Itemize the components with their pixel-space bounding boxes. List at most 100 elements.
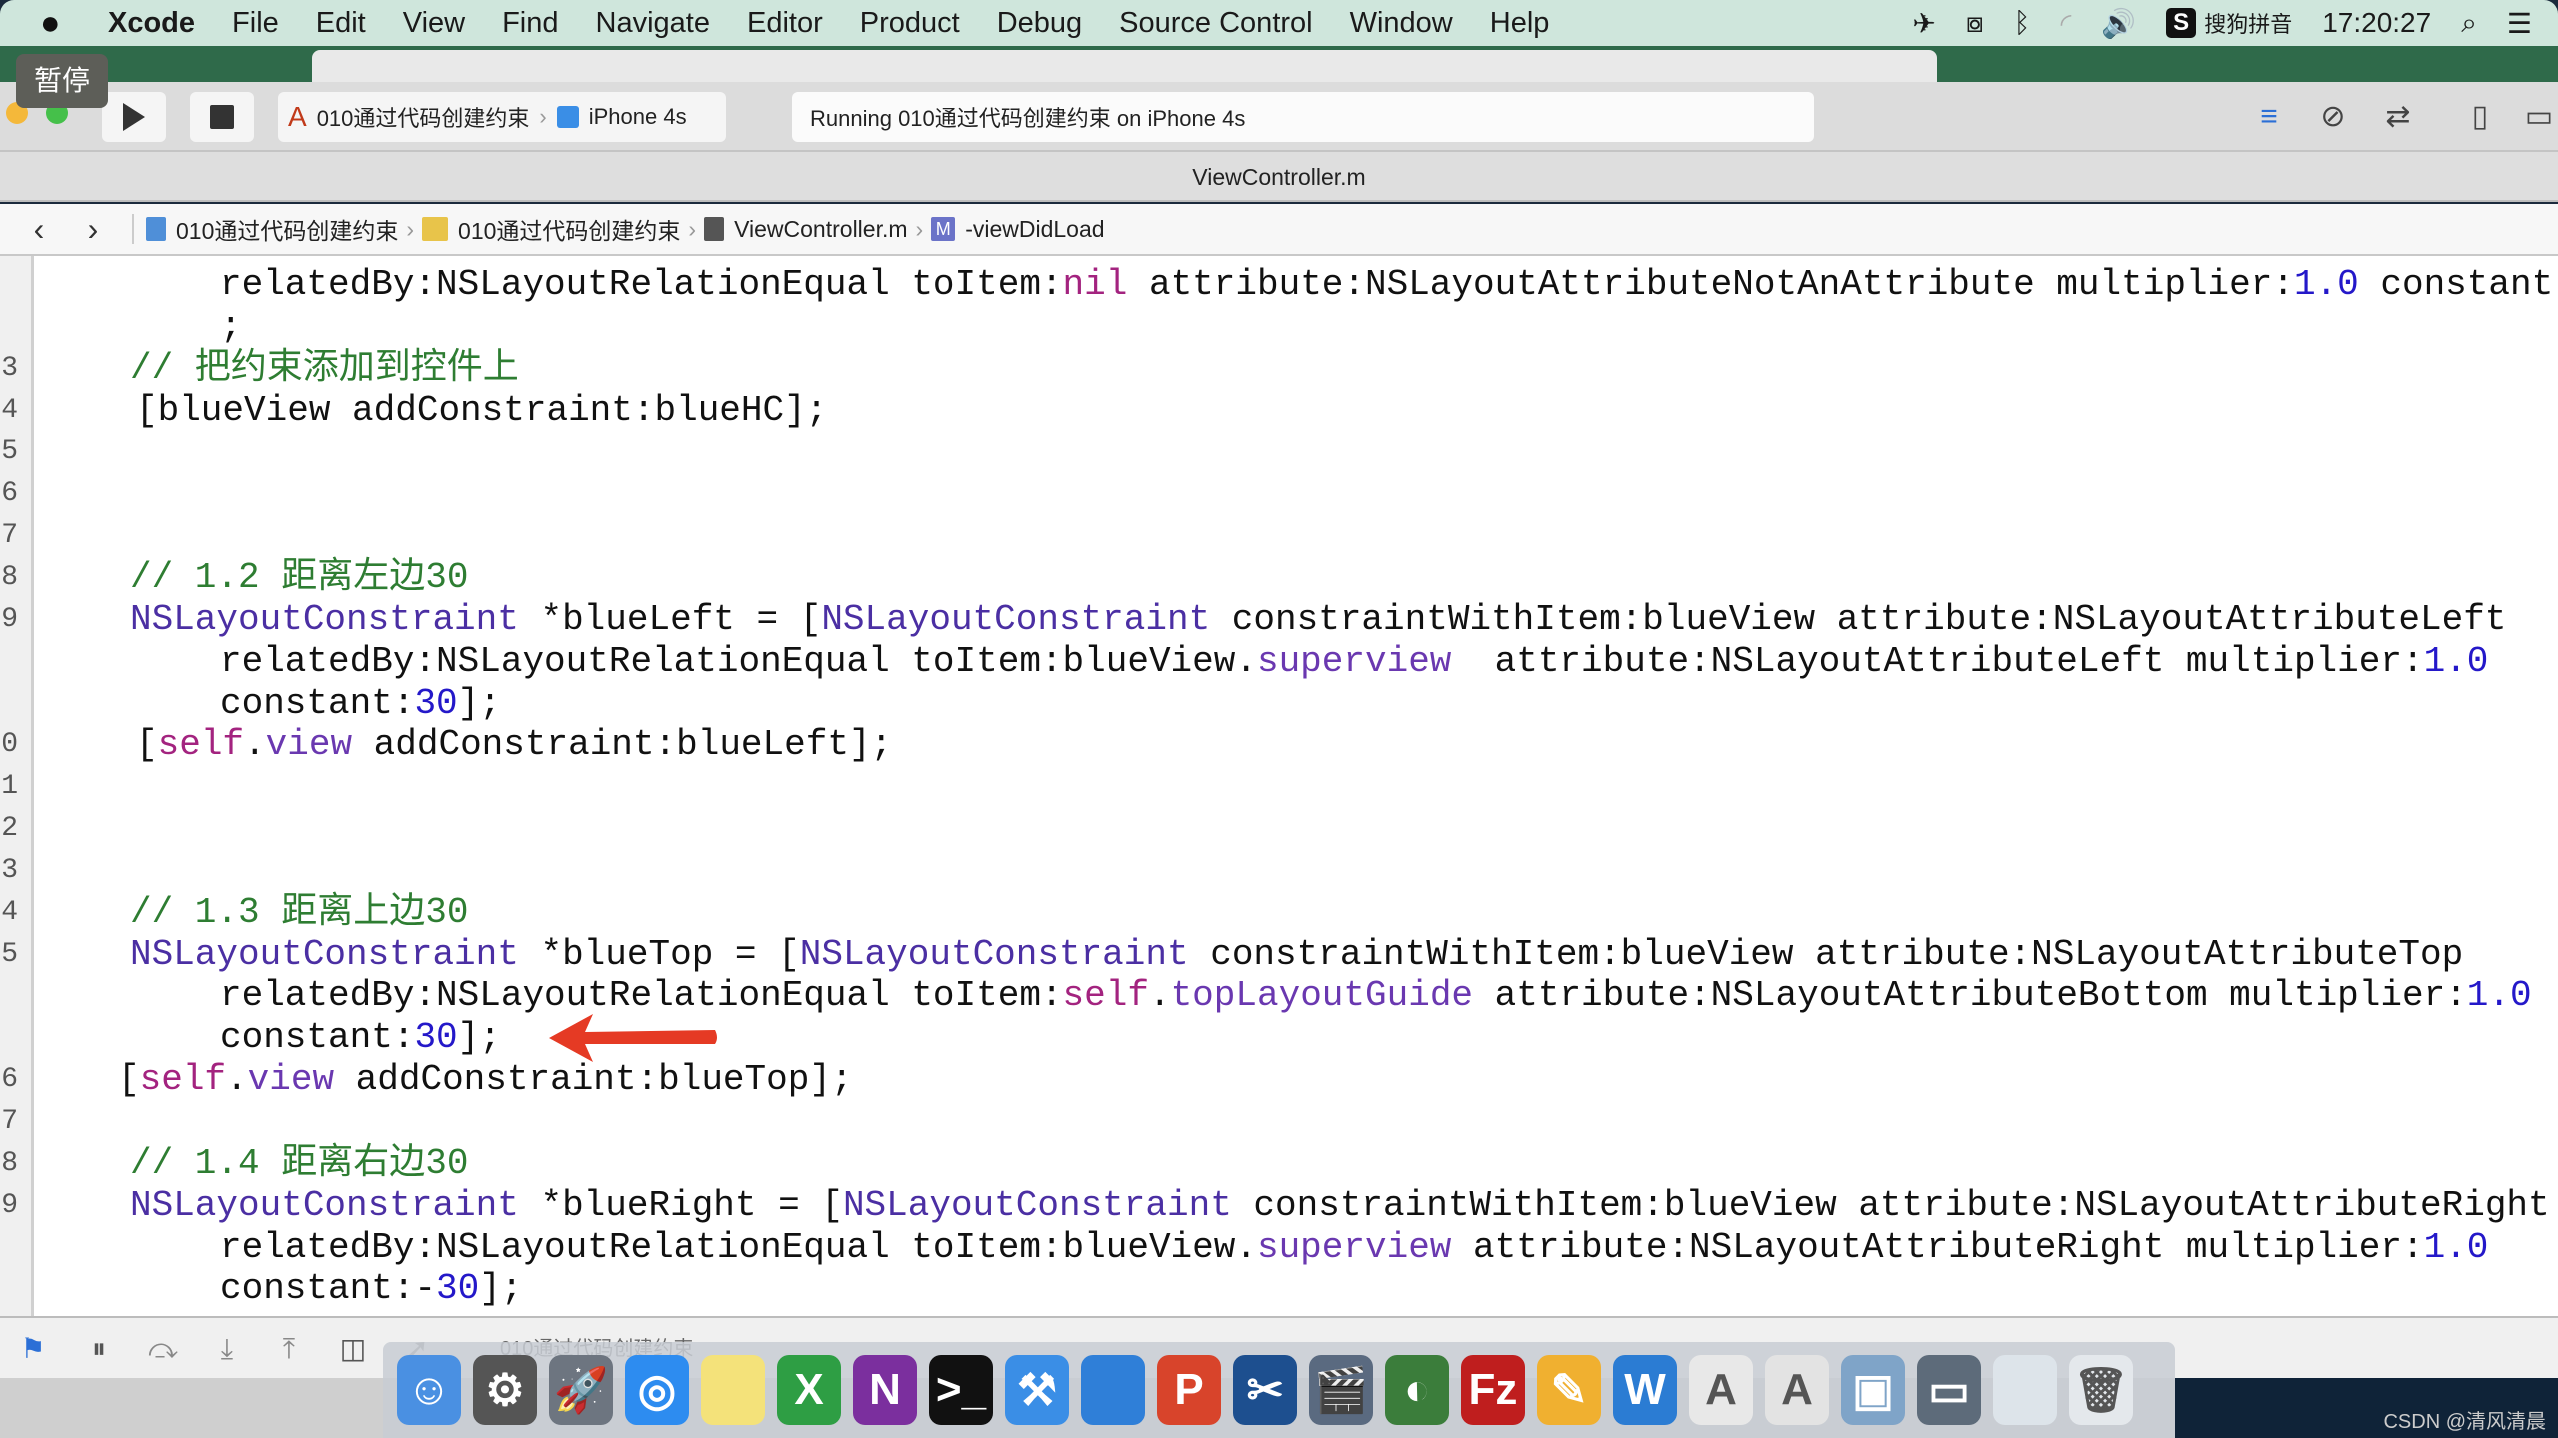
status-area: ✈ ⧇ ᛒ ◜ 🔊 S 搜狗拼音 17:20:27 ⌕ ☰ <box>1912 0 2532 46</box>
menu-file[interactable]: File <box>232 7 279 40</box>
folder-icon[interactable] <box>1081 1355 1145 1425</box>
notes-icon[interactable] <box>701 1355 765 1425</box>
menu-product[interactable]: Product <box>860 7 960 40</box>
code-token: ; <box>220 305 242 347</box>
step-into-icon[interactable]: ⤓ <box>212 1332 242 1366</box>
excel-icon[interactable]: X <box>777 1355 841 1425</box>
menu-debug[interactable]: Debug <box>997 7 1082 40</box>
instruments-icon[interactable]: ✂ <box>1233 1355 1297 1425</box>
window-icon[interactable] <box>1993 1355 2057 1425</box>
finder-icon[interactable]: ☺ <box>397 1355 461 1425</box>
method-icon: M <box>931 217 956 241</box>
code-token: attribute:NSLayoutAttributeBottom multip… <box>1473 975 2467 1017</box>
standard-editor-icon[interactable]: ≡ <box>2246 98 2292 136</box>
code-line: NSLayoutConstraint *blueTop = [NSLayoutC… <box>130 934 2463 976</box>
network-icon[interactable]: ◐ <box>1385 1355 1449 1425</box>
font-book-icon[interactable]: A <box>1689 1355 1753 1425</box>
dictionary-icon[interactable]: A <box>1765 1355 1829 1425</box>
wifi-icon[interactable]: ◜ <box>2060 7 2071 40</box>
xcode-icon[interactable]: ⚒ <box>1005 1355 1069 1425</box>
assistant-editor-icon[interactable]: ⊘ <box>2310 98 2356 136</box>
menu-editor[interactable]: Editor <box>747 7 823 40</box>
line-number: 7 <box>1 520 18 552</box>
forward-button[interactable]: › <box>66 211 120 248</box>
code-token: topLayoutGuide <box>1170 975 1474 1017</box>
code-token: constraintWithItem:blueView attribute:NS… <box>1188 933 2464 975</box>
screen-record-icon[interactable]: ⧇ <box>1966 7 1984 40</box>
safari-icon[interactable]: ◎ <box>625 1355 689 1425</box>
line-number <box>0 1268 18 1310</box>
preview-icon[interactable]: ▣ <box>1841 1355 1905 1425</box>
pause-icon[interactable]: ⏸ <box>84 1332 114 1366</box>
code-token: ]; <box>457 682 501 724</box>
divider <box>132 214 134 244</box>
code-token: // 1.3 距离上边30 <box>130 891 469 933</box>
code-token: 30 <box>414 682 458 724</box>
screenflow-icon[interactable]: 🎬 <box>1309 1355 1373 1425</box>
breakpoints-toggle-icon[interactable]: ⚑ <box>18 1332 48 1366</box>
stop-icon <box>210 105 234 129</box>
airplane-icon[interactable]: ✈ <box>1912 7 1935 40</box>
view-debugger-icon[interactable]: ◫ <box>338 1332 368 1366</box>
code-token: 1.0 <box>2423 1226 2489 1268</box>
powerpoint-icon[interactable]: P <box>1157 1355 1221 1425</box>
menu-find[interactable]: Find <box>502 7 558 40</box>
filezilla-icon[interactable]: Fz <box>1461 1355 1525 1425</box>
breadcrumb-method[interactable]: -viewDidLoad <box>965 216 1104 243</box>
code-token: addConstraint:blueLeft]; <box>352 724 893 766</box>
run-button[interactable] <box>102 92 166 142</box>
menu-window[interactable]: Window <box>1350 7 1453 40</box>
system-preferences-icon[interactable]: ⚙ <box>473 1355 537 1425</box>
version-editor-icon[interactable]: ⇄ <box>2375 98 2421 136</box>
word-icon[interactable]: W <box>1613 1355 1677 1425</box>
red-arrow-annotation <box>549 1014 717 1062</box>
code-token: self <box>139 1059 227 1101</box>
menu-source-control[interactable]: Source Control <box>1119 7 1312 40</box>
chevron-right-icon: › <box>406 215 415 242</box>
menu-view[interactable]: View <box>403 7 465 40</box>
code-line: [blueView addConstraint:blueHC]; <box>136 390 827 432</box>
breadcrumb-group[interactable]: 010通过代码创建约束 <box>458 212 680 246</box>
apple-menu-icon[interactable]: ● <box>40 6 72 40</box>
terminal-icon[interactable]: >_ <box>929 1355 993 1425</box>
tooltip: 暂停 <box>16 54 108 108</box>
breadcrumb-file[interactable]: ViewController.m <box>734 216 907 243</box>
window-strip <box>0 46 2558 82</box>
clock[interactable]: 17:20:27 <box>2322 7 2431 39</box>
code-token: NSLayoutConstraint <box>842 1184 1232 1226</box>
navigator-toggle-icon[interactable]: ▯ <box>2457 98 2503 136</box>
debug-area-toggle-icon[interactable]: ▭ <box>2516 98 2558 136</box>
code-line: constant:30]; <box>220 683 501 725</box>
code-editor[interactable]: relatedBy:NSLayoutRelationEqual toItem:n… <box>0 256 2558 1316</box>
stop-button[interactable] <box>190 92 254 142</box>
bluetooth-icon[interactable]: ᛒ <box>2014 7 2031 39</box>
line-number: 0 <box>1 729 18 761</box>
implementation-file-icon <box>704 217 725 241</box>
code-token: // 1.2 距离左边30 <box>130 556 469 598</box>
line-number <box>0 306 18 348</box>
back-button[interactable]: ‹ <box>12 211 66 248</box>
menu-app[interactable]: Xcode <box>108 7 195 40</box>
spotlight-search-icon[interactable]: ⌕ <box>2461 7 2477 40</box>
screen-sharing-icon[interactable]: ▭ <box>1917 1355 1981 1425</box>
code-token: self <box>1062 975 1149 1017</box>
jump-bar: ‹ › 010通过代码创建约束 › 010通过代码创建约束 › ViewCont… <box>0 204 2558 256</box>
onenote-icon[interactable]: N <box>853 1355 917 1425</box>
line-number <box>0 975 18 1017</box>
menu-edit[interactable]: Edit <box>316 7 366 40</box>
input-method-icon[interactable]: S <box>2166 8 2197 38</box>
launchpad-icon[interactable]: 🚀 <box>549 1355 613 1425</box>
input-method-label[interactable]: 搜狗拼音 <box>2204 7 2292 39</box>
menu-navigate[interactable]: Navigate <box>596 7 710 40</box>
code-token: [blueView addConstraint:blueHC]; <box>136 389 828 431</box>
menu-help[interactable]: Help <box>1490 7 1550 40</box>
breadcrumb-project[interactable]: 010通过代码创建约束 <box>176 212 398 246</box>
scheme-selector[interactable]: A 010通过代码创建约束 › iPhone 4s <box>278 92 726 142</box>
volume-icon[interactable]: 🔊 <box>2101 7 2136 40</box>
notification-center-icon[interactable]: ☰ <box>2507 7 2532 40</box>
trash-icon[interactable]: 🗑 <box>2069 1355 2133 1425</box>
sketch-icon[interactable]: ✎ <box>1537 1355 1601 1425</box>
step-out-icon[interactable]: ⤒ <box>274 1332 304 1366</box>
step-over-icon[interactable]: ⤼ <box>148 1332 178 1366</box>
code-token: NSLayoutConstraint <box>130 1184 519 1226</box>
